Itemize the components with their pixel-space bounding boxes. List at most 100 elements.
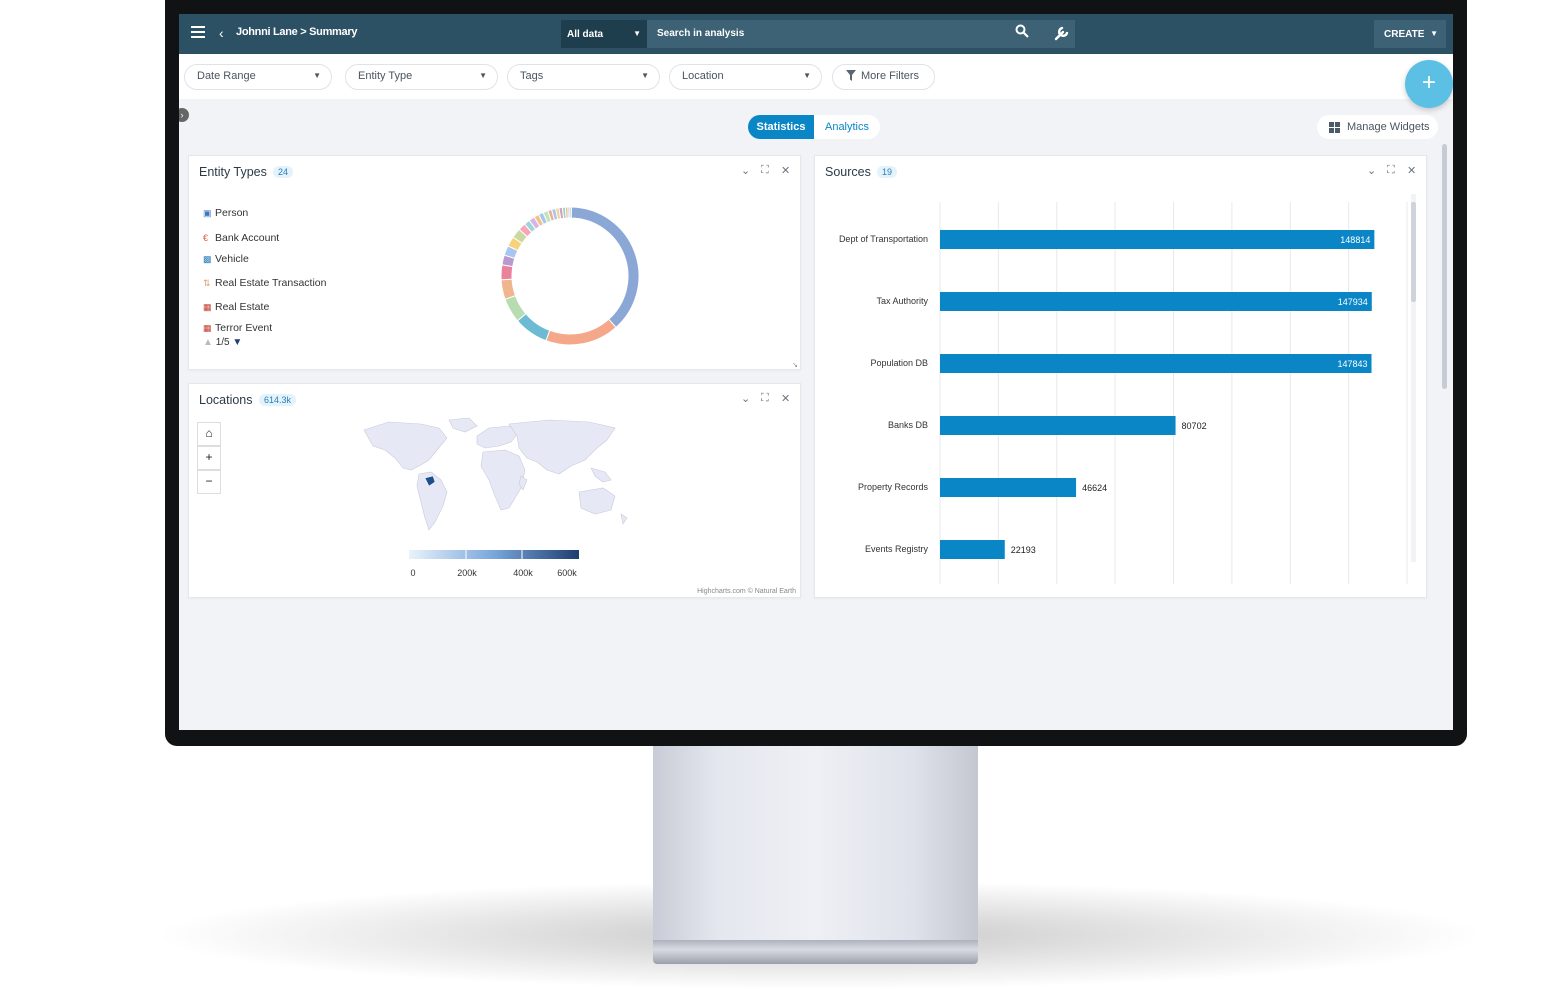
wrench-icon[interactable] xyxy=(1047,20,1075,48)
data-label: 147843 xyxy=(1337,359,1367,369)
donut-slice[interactable] xyxy=(500,264,514,281)
close-icon[interactable]: ✕ xyxy=(1407,164,1416,177)
close-icon[interactable]: ✕ xyxy=(781,164,790,177)
page-up-icon[interactable]: ▲ xyxy=(203,337,213,348)
widget-title: Locations xyxy=(199,393,253,407)
page-down-icon[interactable]: ▼ xyxy=(232,337,242,348)
legend-label: Terror Event xyxy=(215,322,273,332)
legend-item[interactable]: ▩ Vehicle xyxy=(203,253,249,265)
map-credit[interactable]: Highcharts.com © Natural Earth xyxy=(697,588,796,595)
count-badge: 614.3k xyxy=(259,394,297,406)
colorbar-legend: 0 200k 400k 600k xyxy=(409,550,579,578)
filter-bar: Date Range ▼ Entity Type ▼ Tags ▼ Locati… xyxy=(179,54,1453,99)
filter-label: Location xyxy=(682,70,724,82)
filter-label: Entity Type xyxy=(358,70,413,82)
resize-handle-icon[interactable]: ↘ xyxy=(792,361,798,369)
legend-item[interactable]: € Bank Account xyxy=(203,232,279,244)
legend-item[interactable]: ⇅ Real Estate Transaction xyxy=(203,277,326,289)
chevron-down-icon: ▼ xyxy=(1430,29,1438,38)
category-label: Events Registry xyxy=(865,544,929,554)
scope-select-value: All data xyxy=(567,29,604,40)
search-icon[interactable] xyxy=(1015,24,1035,44)
add-fab-button[interactable]: + xyxy=(1405,60,1453,108)
world-map xyxy=(363,418,628,531)
bar[interactable] xyxy=(940,354,1372,373)
bar[interactable] xyxy=(940,540,1005,559)
expand-panel-chevron-icon[interactable]: › xyxy=(179,108,189,122)
scope-select[interactable]: All data ▼ xyxy=(561,20,647,48)
donut-slice[interactable] xyxy=(516,312,551,342)
hamburger-menu-icon[interactable] xyxy=(191,26,205,38)
bar[interactable] xyxy=(940,230,1375,249)
caret-down-icon: ▼ xyxy=(479,71,487,80)
manage-widgets-label: Manage Widgets xyxy=(1347,121,1430,133)
chevron-down-icon[interactable]: ⌄ xyxy=(741,392,750,405)
legend-item[interactable]: ▦ Real Estate xyxy=(203,301,269,313)
data-label: 147934 xyxy=(1338,297,1368,307)
tab-analytics[interactable]: Analytics xyxy=(814,115,880,139)
search-placeholder: Search in analysis xyxy=(657,28,745,39)
legend-item[interactable]: ▣ Person xyxy=(203,207,248,219)
create-button[interactable]: CREATE ▼ xyxy=(1374,20,1446,48)
data-label: 46624 xyxy=(1082,483,1107,493)
category-label: Dept of Transportation xyxy=(839,234,928,244)
count-badge: 19 xyxy=(877,166,898,178)
zoom-out-button[interactable]: − xyxy=(197,470,221,494)
chevron-down-icon[interactable]: ⌄ xyxy=(741,164,750,177)
search-input[interactable]: Search in analysis xyxy=(647,20,1047,48)
legend-label: Person xyxy=(215,207,249,219)
pager-text: 1/5 xyxy=(215,337,230,348)
fullscreen-icon[interactable]: ⛶ xyxy=(761,392,769,405)
count-badge: 24 xyxy=(273,166,294,178)
caret-down-icon: ▼ xyxy=(641,71,649,80)
chart-scrollbar-thumb[interactable] xyxy=(1411,202,1416,302)
caret-down-icon: ▼ xyxy=(633,29,641,38)
building-icon: ▦ xyxy=(203,302,212,312)
category-label: Banks DB xyxy=(888,420,928,430)
filter-location[interactable]: Location ▼ xyxy=(669,64,822,90)
colorbar-tick: 200k xyxy=(457,568,477,578)
donut-slice[interactable] xyxy=(500,278,517,300)
legend-item[interactable]: ▦ Terror Event xyxy=(203,322,272,332)
page-scrollbar[interactable] xyxy=(1442,144,1447,389)
filter-entity-type[interactable]: Entity Type ▼ xyxy=(345,64,498,90)
bar[interactable] xyxy=(940,416,1176,435)
donut-slice[interactable] xyxy=(569,206,572,219)
chart-scrollbar-track[interactable] xyxy=(1411,194,1416,562)
home-icon[interactable]: ⌂ xyxy=(197,422,221,446)
donut-slice[interactable] xyxy=(570,206,640,329)
data-label: 22193 xyxy=(1011,545,1036,555)
create-button-label: CREATE xyxy=(1384,29,1425,40)
back-chevron-icon[interactable]: ‹ xyxy=(219,25,224,41)
colorbar-gradient xyxy=(409,550,579,559)
sources-bar-chart: 020k40k60k80k100k120k140k160kDept of Tra… xyxy=(839,202,1408,584)
filter-tags[interactable]: Tags ▼ xyxy=(507,64,660,90)
data-label: 148814 xyxy=(1340,235,1370,245)
event-icon: ▦ xyxy=(203,323,212,332)
person-icon: ▣ xyxy=(203,208,212,218)
bar[interactable] xyxy=(940,478,1077,497)
colorbar-tick: 0 xyxy=(410,568,415,578)
widgets-grid-icon xyxy=(1329,122,1340,133)
colorbar-tick: 600k xyxy=(557,568,577,578)
entity-types-donut-chart xyxy=(500,206,640,346)
category-label: Tax Authority xyxy=(876,296,928,306)
manage-widgets-button[interactable]: Manage Widgets xyxy=(1317,115,1438,139)
widget-title: Sources xyxy=(825,165,871,179)
more-filters-button[interactable]: More Filters xyxy=(832,64,935,90)
breadcrumb[interactable]: Johnni Lane > Summary xyxy=(236,26,357,38)
top-bar: ‹ Johnni Lane > Summary All data ▼ Searc… xyxy=(179,14,1453,54)
filter-label: Tags xyxy=(520,70,544,82)
filter-date-range[interactable]: Date Range ▼ xyxy=(184,64,332,90)
chevron-down-icon[interactable]: ⌄ xyxy=(1367,164,1376,177)
fullscreen-icon[interactable]: ⛶ xyxy=(1387,164,1395,177)
legend-label: Bank Account xyxy=(215,232,280,244)
bar[interactable] xyxy=(940,292,1372,311)
widget-title: Entity Types xyxy=(199,165,267,179)
close-icon[interactable]: ✕ xyxy=(781,392,790,405)
zoom-in-button[interactable]: + xyxy=(197,446,221,470)
monitor-stand-base xyxy=(653,940,978,964)
tab-statistics[interactable]: Statistics xyxy=(748,115,814,139)
fullscreen-icon[interactable]: ⛶ xyxy=(761,164,769,177)
donut-slice[interactable] xyxy=(545,318,617,346)
